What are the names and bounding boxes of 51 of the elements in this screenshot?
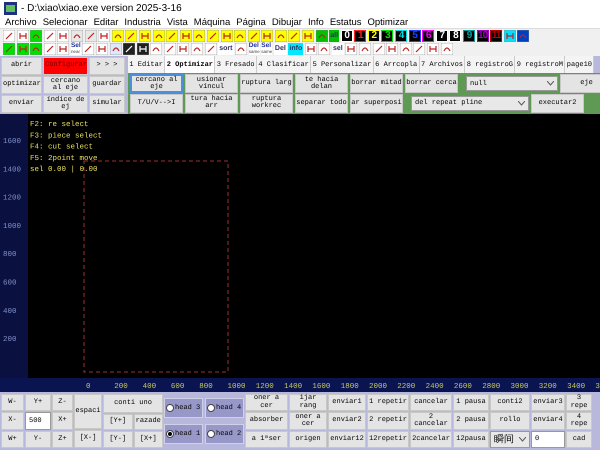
tool-icon[interactable] <box>440 43 452 56</box>
tool-icon[interactable] <box>426 43 439 56</box>
caret-icon <box>547 81 554 86</box>
layer-button[interactable]: 0 <box>340 30 353 42</box>
menu-item[interactable]: Archivo <box>2 17 40 28</box>
radio-icon[interactable] <box>207 430 215 438</box>
caret-icon <box>519 436 526 442</box>
menu-item[interactable]: Vista <box>164 17 191 28</box>
tool-icon[interactable] <box>318 43 330 56</box>
tool-icon[interactable] <box>358 43 371 56</box>
caret-icon <box>518 100 525 106</box>
layer-button[interactable]: 6 <box>422 30 434 42</box>
tool-icon[interactable] <box>304 43 317 56</box>
layer-button[interactable]: 2 <box>368 30 380 42</box>
tab-strip-background <box>594 56 600 73</box>
layer-button[interactable]: 7 <box>436 30 448 42</box>
tool-icon[interactable] <box>517 30 530 42</box>
tool-icon[interactable] <box>191 43 204 56</box>
menu-item[interactable]: Selecionar <box>40 17 91 28</box>
menu-item[interactable]: Estatus <box>326 17 364 28</box>
layer-button[interactable]: 4 <box>395 30 408 42</box>
layer-button[interactable]: 9 <box>462 30 475 42</box>
menu-item[interactable]: Máquina <box>190 17 234 28</box>
window-title: - D:\xiao\xiao.exe version 2025-3-16 <box>21 3 182 14</box>
tool-icon[interactable] <box>345 43 358 56</box>
tool-icon[interactable] <box>57 43 70 56</box>
menu-item[interactable]: Dibujar <box>268 17 305 28</box>
tool-icon[interactable] <box>57 30 70 42</box>
layer-button[interactable]: 3 <box>381 30 394 42</box>
menu-item[interactable]: Industria <box>121 17 164 28</box>
radio-icon[interactable] <box>166 404 174 412</box>
menu-item[interactable]: Página <box>233 17 269 28</box>
menu-item[interactable]: Optimizar <box>364 17 412 28</box>
dropdown[interactable]: 瞬间 <box>490 430 530 448</box>
tool-icon[interactable] <box>16 30 29 42</box>
tool-icon[interactable] <box>150 43 162 56</box>
app-icon <box>4 2 17 15</box>
radio-icon[interactable] <box>166 430 174 438</box>
tool-icon[interactable] <box>386 43 398 56</box>
menu-item[interactable]: Editar <box>90 17 122 28</box>
tool-icon[interactable] <box>235 43 248 56</box>
tool-icon[interactable] <box>136 43 149 56</box>
tool-icon[interactable] <box>98 30 110 42</box>
tool-icon[interactable] <box>96 43 108 56</box>
layer-button[interactable]: 1 <box>354 30 366 42</box>
tool-icon[interactable] <box>400 43 412 56</box>
radio-icon[interactable] <box>207 404 215 412</box>
tool-icon[interactable] <box>123 43 136 56</box>
layer-button[interactable]: 8 <box>449 30 462 42</box>
tool-icon[interactable] <box>177 43 190 56</box>
menu-item[interactable]: Info <box>304 17 327 28</box>
